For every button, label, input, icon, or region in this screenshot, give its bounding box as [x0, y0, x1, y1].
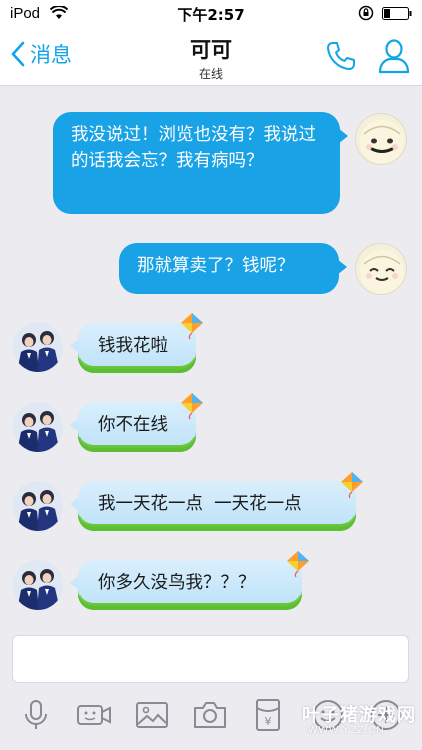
microphone-icon[interactable]: [18, 697, 54, 733]
kite-icon: [341, 472, 363, 499]
rotation-lock-icon: [358, 5, 374, 21]
bun-face-icon: [360, 250, 404, 294]
contact-avatar-image: [13, 560, 63, 610]
online-status: 在线: [198, 67, 223, 81]
contact-avatar-image: [13, 322, 63, 372]
chat-header: 消息 可可 在线: [0, 28, 422, 86]
video-icon[interactable]: [76, 697, 112, 733]
camera-icon[interactable]: [192, 697, 228, 733]
message-text: 我一天花一点 一天花一点: [98, 494, 302, 514]
status-bar: iPod 下午2:57: [0, 0, 422, 28]
avatar[interactable]: [355, 113, 407, 165]
svg-text:¥: ¥: [265, 715, 272, 728]
message-text: 钱我花啦: [98, 336, 168, 356]
avatar[interactable]: [13, 402, 63, 452]
message-bubble-incoming[interactable]: 你多久没鸟我？？？: [70, 560, 302, 610]
avatar[interactable]: [355, 243, 407, 295]
battery-icon: [382, 7, 412, 20]
message-bubble-incoming[interactable]: 我一天花一点 一天花一点: [70, 481, 356, 531]
watermark-url: WWW.YZZ.CN: [308, 725, 385, 736]
message-input[interactable]: [12, 635, 409, 683]
message-bubble-outgoing[interactable]: 那就算卖了？钱呢？: [119, 243, 347, 294]
profile-icon[interactable]: [377, 38, 411, 74]
image-icon[interactable]: [134, 697, 170, 733]
kite-icon: [181, 313, 203, 340]
avatar[interactable]: [13, 322, 63, 372]
message-text: 你不在线: [98, 415, 168, 435]
contact-avatar-image: [13, 402, 63, 452]
contact-avatar-image: [13, 481, 63, 531]
message-text: 那就算卖了？钱呢？: [137, 256, 295, 276]
bun-face-icon: [360, 120, 404, 164]
watermark-logo: 叶子猪游戏网 WWW.YZZ.CN: [300, 695, 422, 750]
message-bubble-outgoing[interactable]: 我没说过！浏览也没有？我说过的话我会忘？我有病吗？: [53, 112, 348, 214]
kite-icon: [287, 551, 309, 578]
avatar[interactable]: [13, 560, 63, 610]
message-text: 我没说过！浏览也没有？我说过的话我会忘？我有病吗？: [71, 125, 316, 171]
message-text: 你多久没鸟我？？？: [98, 573, 256, 593]
watermark-title: 叶子猪游戏网: [302, 705, 416, 726]
red-packet-icon[interactable]: ¥: [250, 697, 286, 733]
avatar[interactable]: [13, 481, 63, 531]
contact-name: 可可: [190, 38, 232, 62]
phone-icon[interactable]: [325, 40, 357, 72]
kite-icon: [181, 393, 203, 420]
